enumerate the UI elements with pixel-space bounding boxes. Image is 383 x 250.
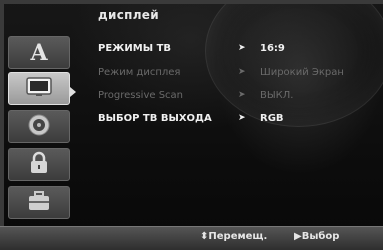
select-hint: ▶Выбор	[294, 231, 340, 242]
padlock-icon	[28, 151, 50, 179]
arrow-icon: ➤	[238, 67, 246, 77]
move-hint: ⬍Перемещ.	[200, 231, 268, 242]
menu-row-tv-output[interactable]: ВЫБОР ТВ ВЫХОДА ➤ RGB	[98, 110, 284, 126]
row-label: Режим дисплея	[98, 66, 181, 78]
active-tab-pointer-icon	[70, 87, 76, 97]
letter-a-icon: A	[30, 39, 48, 66]
help-bar: ⬍Перемещ. ▶Выбор	[0, 226, 383, 250]
row-label: Progressive Scan	[98, 89, 184, 101]
row-value: ВЫКЛ.	[260, 89, 294, 101]
frame-top-border	[0, 0, 383, 4]
settings-sidebar: A	[4, 36, 84, 221]
row-label: РЕЖИМЫ ТВ	[98, 42, 172, 54]
row-label: ВЫБОР ТВ ВЫХОДА	[98, 112, 212, 124]
menu-title: дисплей	[98, 8, 159, 22]
tab-lock[interactable]	[8, 148, 70, 181]
arrow-icon: ➤	[238, 90, 246, 100]
tab-others[interactable]	[8, 186, 70, 219]
tab-display[interactable]	[8, 72, 70, 105]
tab-language[interactable]: A	[8, 36, 70, 69]
arrow-icon: ➤	[238, 113, 246, 123]
arrow-icon: ➤	[238, 43, 246, 53]
row-value: Широкий Экран	[260, 66, 344, 78]
tab-audio[interactable]	[8, 110, 70, 143]
tv-screen-icon	[26, 76, 52, 101]
menu-row-tv-aspect[interactable]: РЕЖИМЫ ТВ ➤ 16:9	[98, 40, 285, 56]
row-value: 16:9	[260, 42, 285, 54]
menu-row-progressive-scan: Progressive Scan ➤ ВЫКЛ.	[98, 87, 293, 103]
menu-row-display-mode: Режим дисплея ➤ Широкий Экран	[98, 64, 344, 80]
speaker-icon	[27, 113, 51, 141]
toolbox-icon	[27, 190, 51, 216]
row-value: RGB	[260, 112, 284, 124]
